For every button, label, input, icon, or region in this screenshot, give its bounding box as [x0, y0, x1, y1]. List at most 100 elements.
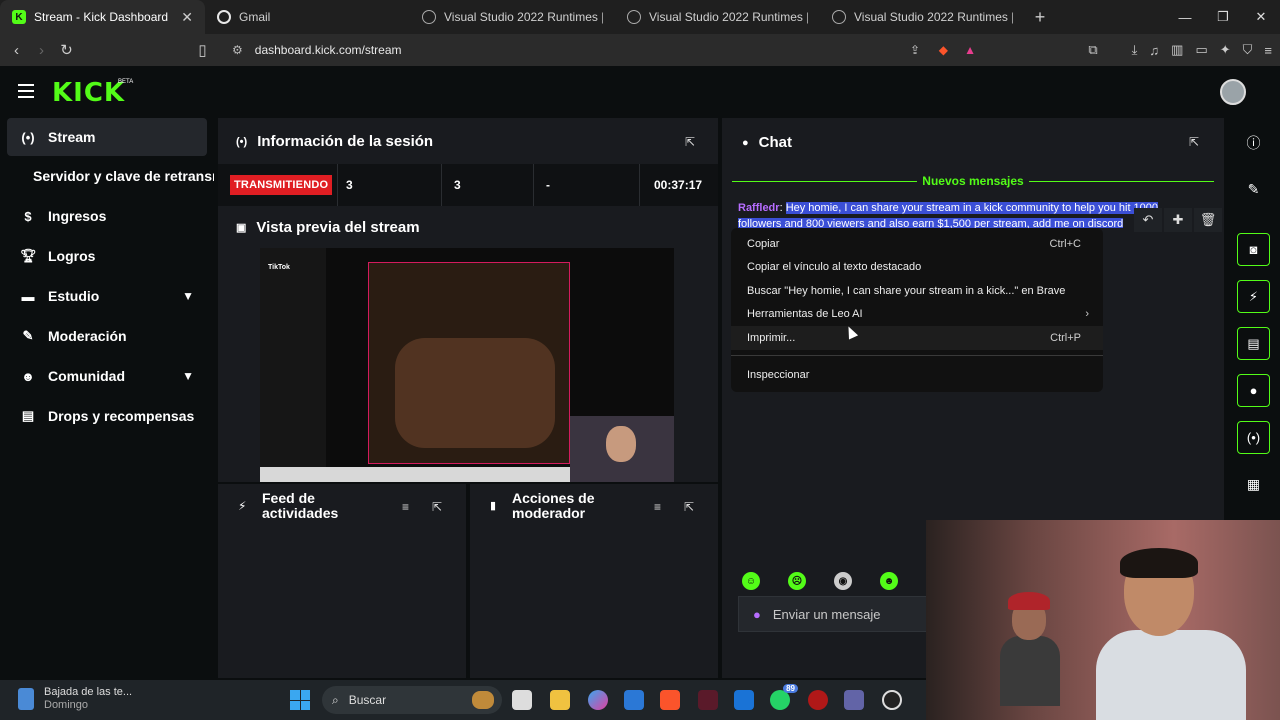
- brave-rewards-icon[interactable]: ▲: [964, 43, 976, 57]
- close-window-icon[interactable]: ✕: [1242, 0, 1280, 34]
- leo-ai-icon[interactable]: ✦: [1220, 42, 1231, 58]
- menu-item-leo-ai[interactable]: Herramientas de Leo AI ›: [731, 303, 1103, 327]
- sidebar-item-stream[interactable]: (•) Stream: [7, 118, 207, 156]
- back-icon[interactable]: ‹: [4, 42, 29, 59]
- bookmark-icon[interactable]: ▯: [190, 41, 215, 59]
- popout-icon[interactable]: ⇱: [1189, 135, 1199, 149]
- task-view-icon[interactable]: [512, 690, 532, 710]
- menu-item-print[interactable]: Imprimir... Ctrl+P: [731, 326, 1103, 350]
- sidebar-item-logros[interactable]: 🏆︎ Logros: [0, 236, 214, 276]
- popout-icon[interactable]: ⇱: [432, 500, 442, 514]
- mod-actions-title: Acciones de moderador: [512, 491, 594, 521]
- sidebar-item-ingresos[interactable]: $ Ingresos: [0, 196, 214, 236]
- menu-item-copy-link[interactable]: Copiar el vínculo al texto destacado: [731, 256, 1103, 280]
- mic-icon[interactable]: ●: [753, 607, 761, 622]
- menu-item-copy[interactable]: Copiar Ctrl+C: [731, 232, 1103, 256]
- delete-icon[interactable]: 🗑︎: [1194, 208, 1222, 232]
- sidebar-item-estudio[interactable]: ▬ Estudio ▼: [0, 276, 214, 316]
- taskbar-search[interactable]: ⌕ Buscar: [322, 686, 502, 714]
- search-highlight-icon: [472, 691, 494, 709]
- emote-icon[interactable]: ☻: [880, 572, 898, 590]
- teams-icon[interactable]: [844, 690, 864, 710]
- download-icon[interactable]: ⤓: [1132, 42, 1138, 58]
- broadcast-shortcut-button[interactable]: (•): [1237, 421, 1270, 454]
- popout-icon[interactable]: ⇱: [684, 500, 694, 514]
- whatsapp-icon[interactable]: 89: [770, 684, 798, 710]
- menu-shortcut: Ctrl+P: [1050, 331, 1081, 344]
- stream-preview[interactable]: TikTok: [260, 248, 674, 482]
- copilot-icon[interactable]: [588, 690, 608, 710]
- menu-icon[interactable]: [18, 84, 34, 98]
- popout-icon[interactable]: ⇱: [685, 135, 695, 149]
- chat-username[interactable]: Raffledr: [738, 202, 780, 214]
- sidebar-item-label: Servidor y clave de retransm: [33, 168, 214, 184]
- sidebar-item-moderacion[interactable]: ✎ Moderación: [0, 316, 214, 356]
- forward-icon[interactable]: ›: [29, 42, 54, 59]
- menu-item-search[interactable]: Buscar "Hey homie, I can share your stre…: [731, 279, 1103, 303]
- brave-icon[interactable]: [660, 690, 680, 710]
- tab-obs-2[interactable]: Visual Studio 2022 Runtimes | OBS: [615, 0, 820, 34]
- notes-shortcut-button[interactable]: ▤: [1237, 327, 1270, 360]
- app-icon[interactable]: [698, 690, 718, 710]
- media-icon[interactable]: ♫: [1149, 43, 1159, 58]
- vpn-icon[interactable]: ⛉: [1243, 42, 1253, 58]
- tab-kick-dashboard[interactable]: K Stream - Kick Dashboard ✕: [0, 0, 205, 34]
- reload-icon[interactable]: ↻: [54, 41, 79, 59]
- tab-gmail[interactable]: Gmail: [205, 0, 410, 34]
- share-icon[interactable]: ⇪: [910, 43, 920, 57]
- site-info-icon[interactable]: ⚙: [232, 43, 243, 57]
- tab-title: Visual Studio 2022 Runtimes | OBS: [444, 10, 603, 24]
- layout-icon[interactable]: ▦: [1237, 468, 1270, 501]
- reply-icon[interactable]: ↶: [1134, 208, 1162, 232]
- maximize-icon[interactable]: ❐: [1204, 0, 1242, 34]
- sidebar-item-label: Estudio: [48, 288, 100, 304]
- kick-logo[interactable]: KICK: [52, 78, 125, 108]
- chevron-down-icon[interactable]: ▼: [182, 289, 194, 303]
- weather-widget[interactable]: Bajada de las te... Domingo: [18, 686, 132, 712]
- edit-icon[interactable]: ✎: [1237, 173, 1270, 206]
- chat-title-row: ● Chat: [742, 134, 792, 151]
- webcam-background-person: [1000, 586, 1060, 706]
- lightning-shortcut-button[interactable]: ⚡︎: [1237, 280, 1270, 313]
- menu-icon[interactable]: ≡: [1264, 43, 1272, 58]
- minimize-icon[interactable]: —: [1166, 0, 1204, 34]
- emote-icon[interactable]: ☹: [788, 572, 806, 590]
- wallet-icon[interactable]: ▭: [1195, 42, 1207, 58]
- new-tab-button[interactable]: +: [1025, 7, 1055, 28]
- outlook-icon[interactable]: [734, 690, 754, 710]
- app-icon[interactable]: [808, 690, 828, 710]
- activity-title: Feed de actividades: [262, 491, 338, 521]
- avatar[interactable]: [1220, 79, 1246, 105]
- new-messages-divider[interactable]: Nuevos mensajes: [722, 174, 1224, 188]
- pin-icon[interactable]: ✚: [1164, 208, 1192, 232]
- camera-shortcut-button[interactable]: ◙: [1237, 233, 1270, 266]
- store-icon[interactable]: [624, 690, 644, 710]
- coin-icon: $: [24, 208, 32, 224]
- sidebar-item-comunidad[interactable]: ☻ Comunidad ▼: [0, 356, 214, 396]
- sidebar-item-server-key[interactable]: Servidor y clave de retransm: [0, 156, 214, 196]
- close-tab-icon[interactable]: ✕: [181, 9, 193, 26]
- tab-obs-1[interactable]: Visual Studio 2022 Runtimes | OBS: [410, 0, 615, 34]
- chevron-down-icon[interactable]: ▼: [182, 369, 194, 383]
- chat-message[interactable]: Raffledr: Hey homie, I can share your st…: [738, 200, 1176, 228]
- info-icon[interactable]: ⓘ: [1237, 126, 1270, 159]
- chat-input[interactable]: ● Enviar un mensaje: [738, 596, 928, 632]
- trophy-icon: 🏆︎: [20, 248, 37, 263]
- tab-obs-3[interactable]: Visual Studio 2022 Runtimes | OBS: [820, 0, 1025, 34]
- obs-icon[interactable]: [882, 690, 902, 710]
- address-bar[interactable]: ⚙ dashboard.kick.com/stream ⇪ ◆ ▲: [222, 36, 990, 64]
- filter-icon[interactable]: ≡: [654, 500, 661, 514]
- sidebar-item-label: Stream: [48, 129, 96, 145]
- emote-icon[interactable]: ◉: [834, 572, 852, 590]
- chat-shortcut-button[interactable]: ●: [1237, 374, 1270, 407]
- screenshot-icon[interactable]: ⧉: [1088, 42, 1097, 58]
- filter-icon[interactable]: ≡: [402, 500, 409, 514]
- emote-icon[interactable]: ☺: [742, 572, 760, 590]
- brave-shield-icon[interactable]: ◆: [939, 43, 948, 57]
- file-explorer-icon[interactable]: [550, 690, 570, 710]
- menu-item-inspect[interactable]: Inspeccionar: [731, 364, 1103, 388]
- windows-start-icon[interactable]: [290, 690, 310, 710]
- sidebar-toggle-icon[interactable]: ▥: [1171, 42, 1183, 58]
- sidebar-item-drops[interactable]: ▤ Drops y recompensas: [0, 396, 214, 436]
- beta-label: BETA: [118, 79, 134, 85]
